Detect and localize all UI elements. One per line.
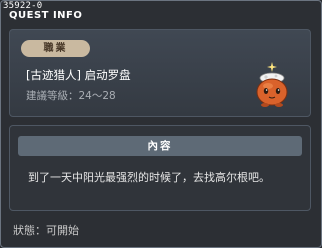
quest-content-panel: 內容 到了一天中阳光最强烈的时候了，去找高尔根吧。	[9, 125, 311, 211]
content-text: 到了一天中阳光最强烈的时候了，去找高尔根吧。	[28, 171, 270, 184]
job-badge: 職業	[21, 40, 90, 57]
orange-mushroom-npc-icon	[256, 62, 288, 107]
quest-info-window: 35922-0 QUEST INFO 職業 [古迹猎人] 启动罗盘 建議等級：2…	[0, 0, 322, 248]
quest-recommended-level: 建議等級：24～28	[26, 90, 116, 102]
quest-status: 狀態：可開始	[13, 224, 79, 237]
window-title: QUEST INFO	[9, 10, 83, 21]
quest-name: [古迹猎人] 启动罗盘	[26, 68, 131, 82]
content-header: 內容	[18, 136, 302, 156]
quest-summary-panel: 職業 [古迹猎人] 启动罗盘 建議等級：24～28	[9, 29, 311, 117]
